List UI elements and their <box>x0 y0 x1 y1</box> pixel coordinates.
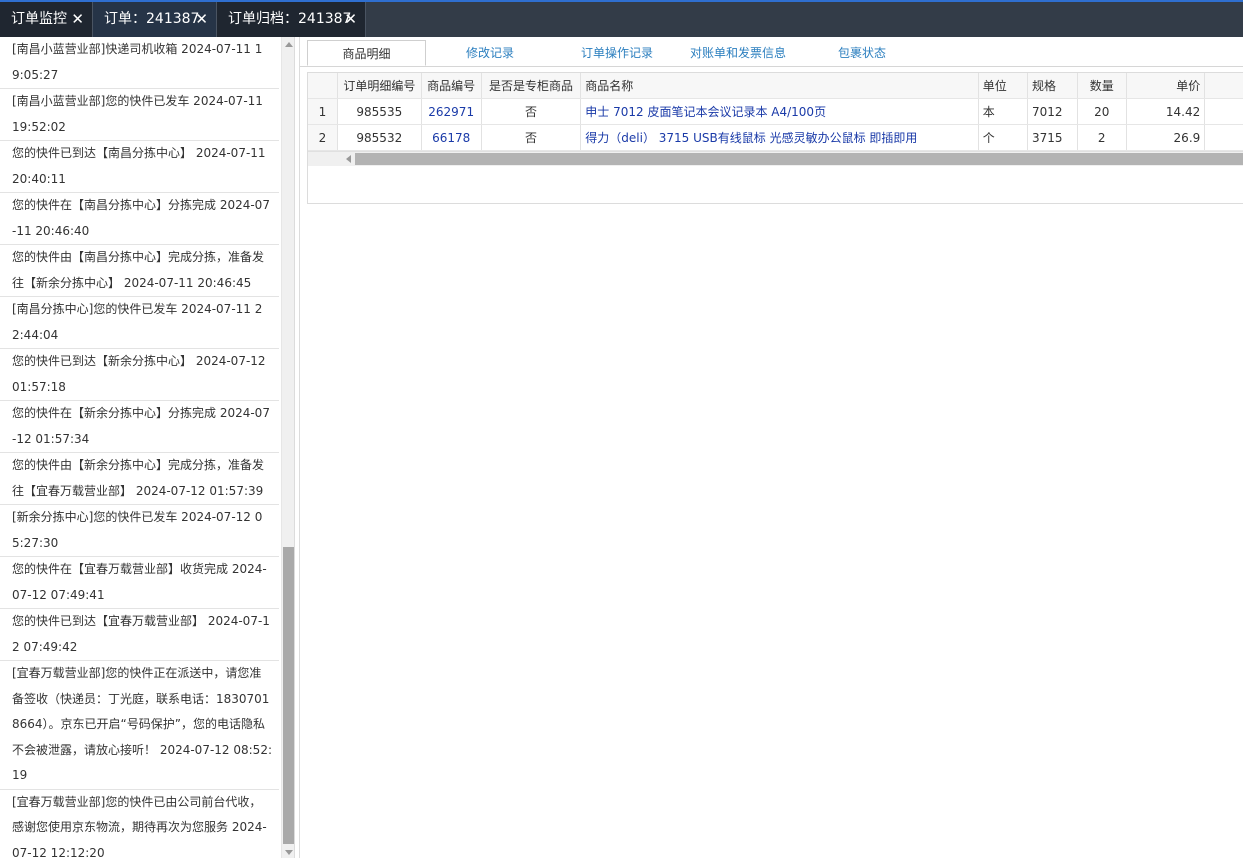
counter-flag-cell: 否 <box>481 124 582 151</box>
table-row[interactable]: 1 985535 262971 否 申士 7012 皮面笔记本会议记录本 A4/… <box>308 98 1243 125</box>
log-scrollbar[interactable] <box>281 37 295 858</box>
grid-horizontal-scrollbar[interactable] <box>308 151 1243 166</box>
log-item: 您的快件在【南昌分拣中心】分拣完成 2024-07-11 20:46:40 <box>0 193 279 245</box>
product-name-link[interactable]: 得力（deli） 3715 USB有线鼠标 光感灵敏办公鼠标 即插即用 <box>580 124 979 151</box>
column-header[interactable]: 单位 <box>978 73 1029 99</box>
counter-flag-cell: 否 <box>481 98 582 125</box>
price-cell: 14.42 <box>1126 98 1206 125</box>
product-detail-grid: 订单明细编号 商品编号 是否是专柜商品 商品名称 单位 规格 数量 单价 1 9… <box>307 72 1243 204</box>
product-id-link[interactable]: 262971 <box>421 98 482 125</box>
column-header[interactable]: 订单明细编号 <box>337 73 422 99</box>
column-header[interactable]: 商品编号 <box>421 73 482 99</box>
tab-order-monitor[interactable]: 订单监控 ✕ <box>0 2 93 37</box>
scroll-up-arrow-icon[interactable] <box>285 42 293 47</box>
unit-cell: 个 <box>978 124 1029 151</box>
column-header[interactable]: 单价 <box>1126 73 1206 99</box>
detail-id-cell: 985535 <box>337 98 422 125</box>
row-number: 2 <box>308 124 338 151</box>
row-number: 1 <box>308 98 338 125</box>
log-item: 您的快件已到达【新余分拣中心】 2024-07-12 01:57:18 <box>0 349 279 401</box>
log-item: 您的快件在【宜春万载营业部】收货完成 2024-07-12 07:49:41 <box>0 557 279 609</box>
table-header-row: 订单明细编号 商品编号 是否是专柜商品 商品名称 单位 规格 数量 单价 <box>308 73 1243 99</box>
column-header[interactable]: 商品名称 <box>580 73 979 99</box>
subtab-statement-invoice[interactable]: 对账单和发票信息 <box>682 40 794 66</box>
logistics-log-panel: [南昌小蓝营业部]快递司机收箱 2024-07-11 19:05:27 [南昌小… <box>0 37 281 858</box>
close-icon[interactable]: ✕ <box>344 2 357 37</box>
tab-label: 订单归档：241387 <box>228 11 352 27</box>
subtab-modification-log[interactable]: 修改记录 <box>440 40 540 66</box>
log-item: 您的快件由【新余分拣中心】完成分拣，准备发往【宜春万载营业部】 2024-07-… <box>0 453 279 505</box>
spec-cell: 3715 <box>1027 124 1078 151</box>
table-row[interactable]: 2 985532 66178 否 得力（deli） 3715 USB有线鼠标 光… <box>308 124 1243 151</box>
log-item: 您的快件已到达【南昌分拣中心】 2024-07-11 20:40:11 <box>0 141 279 193</box>
detail-id-cell: 985532 <box>337 124 422 151</box>
log-item: 您的快件在【新余分拣中心】分拣完成 2024-07-12 01:57:34 <box>0 401 279 453</box>
column-header[interactable]: 是否是专柜商品 <box>481 73 582 99</box>
log-item: 您的快件由【南昌分拣中心】完成分拣，准备发往【新余分拣中心】 2024-07-1… <box>0 245 279 297</box>
scroll-left-arrow-icon[interactable] <box>346 155 351 163</box>
close-icon[interactable]: ✕ <box>195 2 208 37</box>
log-item: [新余分拣中心]您的快件已发车 2024-07-12 05:27:30 <box>0 505 279 557</box>
tab-bar: 订单监控 ✕ 订单：241387 ✕ 订单归档：241387 ✕ <box>0 2 1243 37</box>
close-icon[interactable]: ✕ <box>71 2 84 37</box>
scrollbar-thumb[interactable] <box>355 153 1243 165</box>
quantity-cell: 20 <box>1077 98 1127 125</box>
unit-cell: 本 <box>978 98 1029 125</box>
spec-cell: 7012 <box>1027 98 1078 125</box>
row-number-header <box>308 73 338 99</box>
tab-label: 订单监控 <box>11 11 67 27</box>
price-cell: 26.9 <box>1126 124 1206 151</box>
quantity-cell: 2 <box>1077 124 1127 151</box>
product-name-link[interactable]: 申士 7012 皮面笔记本会议记录本 A4/100页 <box>580 98 979 125</box>
log-item: [南昌小蓝营业部]您的快件已发车 2024-07-11 19:52:02 <box>0 89 279 141</box>
subtab-product-details[interactable]: 商品明细 <box>307 40 426 66</box>
filler-cell <box>1204 98 1243 125</box>
tab-label: 订单：241387 <box>104 11 200 27</box>
log-item: [宜春万载营业部]您的快件正在派送中，请您准备签收（快递员：丁光庭，联系电话：1… <box>0 661 279 790</box>
column-header[interactable]: 数量 <box>1077 73 1127 99</box>
scrollbar-thumb[interactable] <box>283 547 294 844</box>
log-item: [宜春万载营业部]您的快件已由公司前台代收，感谢您使用京东物流，期待再次为您服务… <box>0 790 279 858</box>
order-detail-panel: 商品明细 修改记录 订单操作记录 对账单和发票信息 包裹状态 订单明细编号 商品… <box>300 37 1243 858</box>
tab-order[interactable]: 订单：241387 ✕ <box>93 2 217 37</box>
log-item: [南昌分拣中心]您的快件已发车 2024-07-11 22:44:04 <box>0 297 279 349</box>
subtab-bar: 商品明细 修改记录 订单操作记录 对账单和发票信息 包裹状态 <box>300 37 1243 67</box>
log-item: [南昌小蓝营业部]快递司机收箱 2024-07-11 19:05:27 <box>0 37 279 89</box>
filler-cell <box>1204 124 1243 151</box>
column-header[interactable]: 规格 <box>1027 73 1078 99</box>
product-table: 订单明细编号 商品编号 是否是专柜商品 商品名称 单位 规格 数量 单价 1 9… <box>308 73 1243 151</box>
subtab-package-status[interactable]: 包裹状态 <box>812 40 912 66</box>
tab-order-archive[interactable]: 订单归档：241387 ✕ <box>217 2 366 37</box>
scroll-down-arrow-icon[interactable] <box>285 850 293 855</box>
column-header-filler <box>1204 73 1243 99</box>
subtab-operation-log[interactable]: 订单操作记录 <box>562 40 672 66</box>
product-id-link[interactable]: 66178 <box>421 124 482 151</box>
log-item: 您的快件已到达【宜春万载营业部】 2024-07-12 07:49:42 <box>0 609 279 661</box>
